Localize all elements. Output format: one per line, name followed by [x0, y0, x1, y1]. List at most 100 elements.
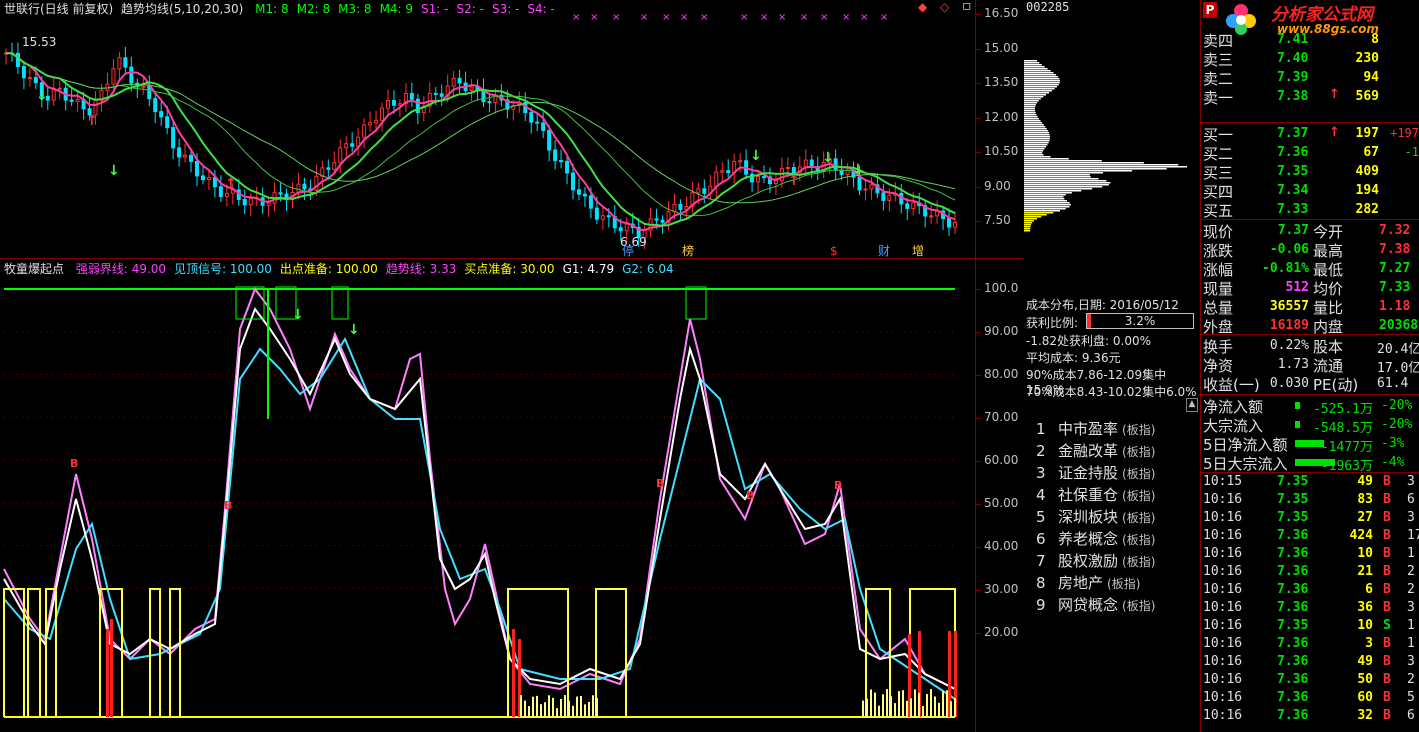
candle-body	[33, 77, 38, 84]
fund-label: 换手	[1203, 338, 1234, 356]
candle-body	[654, 218, 659, 221]
tick-side: B	[1383, 708, 1391, 723]
sub-chart-panel[interactable]: 牧童爆起点 强弱界线: 49.00 见顶信号: 100.00 出点准备: 100.0…	[0, 259, 975, 732]
tick-side: S	[1383, 618, 1391, 633]
profit-ratio-box: 3.2%	[1086, 313, 1194, 329]
candle-body	[696, 188, 701, 194]
moving-average-line	[5, 52, 956, 227]
buy-volume: 197	[1355, 126, 1379, 141]
axis-tick-mark	[976, 289, 981, 290]
tick-side: B	[1383, 654, 1391, 669]
main-chart-panel[interactable]: 世联行(日线 前复权) 趋势均线(5,10,20,30) M1: 8 M2: 8M…	[0, 0, 975, 258]
sector-item[interactable]: 3 证金持股 (板指)	[1036, 462, 1155, 483]
candle-body	[714, 171, 719, 187]
tick-count: 6	[1407, 708, 1415, 723]
chip-bar	[1024, 176, 1091, 178]
volume-bar	[592, 695, 594, 717]
chip-bar	[1024, 150, 1044, 152]
sell-arrow-icon: ↓	[292, 307, 304, 323]
chip-line-4: 70%成本8.43-10.02集中6.0%	[1026, 385, 1197, 399]
p-badge-icon[interactable]: P	[1203, 2, 1217, 18]
stat-value: 512	[1285, 280, 1309, 295]
tick-volume: 36	[1357, 600, 1373, 615]
sector-item[interactable]: 5 深圳板块 (板指)	[1036, 506, 1155, 527]
sector-scrollbar[interactable]: ▲	[1186, 398, 1198, 412]
chip-bar	[1024, 124, 1044, 126]
flow-divider	[1201, 394, 1419, 395]
stat-label: 现价	[1203, 223, 1234, 241]
axis-tick-mark	[976, 418, 981, 419]
diamond-icon[interactable]: ◆	[918, 0, 927, 14]
axis-tick-mark	[976, 117, 981, 119]
chip-bar	[1024, 84, 1059, 86]
tick-side: B	[1383, 582, 1391, 597]
tick-side: B	[1383, 600, 1391, 615]
chip-bar	[1024, 72, 1054, 74]
sector-name: 房地产	[1058, 574, 1104, 592]
tick-volume: 32	[1357, 708, 1373, 723]
candle-body	[582, 193, 587, 197]
candlestick-chart[interactable]: × × × × × × × × × × × × × × ×↓↑↓↑↓↑↓↓停榜 $ 财增	[0, 0, 975, 258]
tick-volume: 83	[1357, 492, 1373, 507]
sell-price: 7.38	[1277, 89, 1309, 104]
stat-label: 最低	[1313, 261, 1344, 279]
top-box	[331, 286, 349, 320]
candle-body	[863, 188, 868, 191]
tick-time: 10:16	[1203, 582, 1243, 597]
volume-bar	[890, 696, 892, 717]
sector-item[interactable]: 8 房地产 (板指)	[1036, 572, 1140, 593]
axis-tick-mark	[976, 152, 981, 153]
buy-level-label: 买三	[1203, 164, 1234, 182]
candle-body	[266, 202, 271, 206]
tick-volume: 21	[1357, 564, 1373, 579]
sector-tag: (板指)	[1122, 445, 1156, 459]
tick-volume: 49	[1357, 474, 1373, 489]
sector-item[interactable]: 9 网贷概念 (板指)	[1036, 594, 1155, 615]
buy-price: 7.36	[1277, 145, 1309, 160]
chip-bar	[1024, 206, 1070, 208]
chip-bar	[1024, 228, 1031, 230]
close-icon[interactable]: ▫	[962, 0, 972, 14]
buy-price: 7.35	[1277, 164, 1309, 179]
chip-bar	[1024, 80, 1060, 82]
sector-tag: (板指)	[1122, 423, 1156, 437]
tick-side: B	[1383, 546, 1391, 561]
sector-name: 股权激励	[1058, 552, 1119, 570]
tick-price: 7.36	[1277, 582, 1309, 597]
sector-tag: (板指)	[1122, 555, 1156, 569]
buy-price: 7.34	[1277, 183, 1309, 198]
buy-level-label: 买四	[1203, 183, 1234, 201]
sell-level-label: 卖二	[1203, 70, 1234, 88]
sector-item[interactable]: 1 中市盈率 (板指)	[1036, 418, 1155, 439]
flow-label: 5日净流入额	[1203, 436, 1288, 454]
tick-price: 7.36	[1277, 546, 1309, 561]
chip-bar	[1024, 192, 1072, 194]
fund-value: 0.030	[1269, 376, 1309, 391]
chip-bar	[1024, 62, 1040, 64]
signal-marker: ×	[860, 12, 868, 23]
tick-count: 2	[1407, 564, 1415, 579]
oscillator-chart[interactable]: B B B B B ↓ ↓	[0, 259, 975, 732]
restore-icon[interactable]: ◇	[940, 0, 949, 14]
chip-bar	[1024, 98, 1041, 100]
candle-body	[905, 203, 910, 209]
candle-body	[881, 192, 886, 201]
chip-bar	[1024, 210, 1060, 212]
sector-item[interactable]: 4 社保重仓 (板指)	[1036, 484, 1155, 505]
candle-body	[326, 167, 331, 170]
chip-bar	[1024, 186, 1103, 188]
sector-item[interactable]: 6 养老概念 (板指)	[1036, 528, 1155, 549]
volume-bar	[882, 694, 884, 717]
sector-number: 2	[1036, 442, 1046, 460]
candle-body	[171, 127, 176, 149]
fund-divider	[1201, 334, 1419, 335]
volume-bar	[862, 700, 864, 717]
sector-item[interactable]: 7 股权激励 (板指)	[1036, 550, 1155, 571]
volume-bar	[536, 695, 538, 717]
buy-prep-step	[27, 588, 41, 717]
sector-item[interactable]: 2 金融改革 (板指)	[1036, 440, 1155, 461]
tick-volume: 6	[1365, 582, 1373, 597]
low-price-label: 6.69	[620, 235, 647, 249]
candle-body	[559, 160, 564, 163]
candle-body	[588, 195, 593, 209]
